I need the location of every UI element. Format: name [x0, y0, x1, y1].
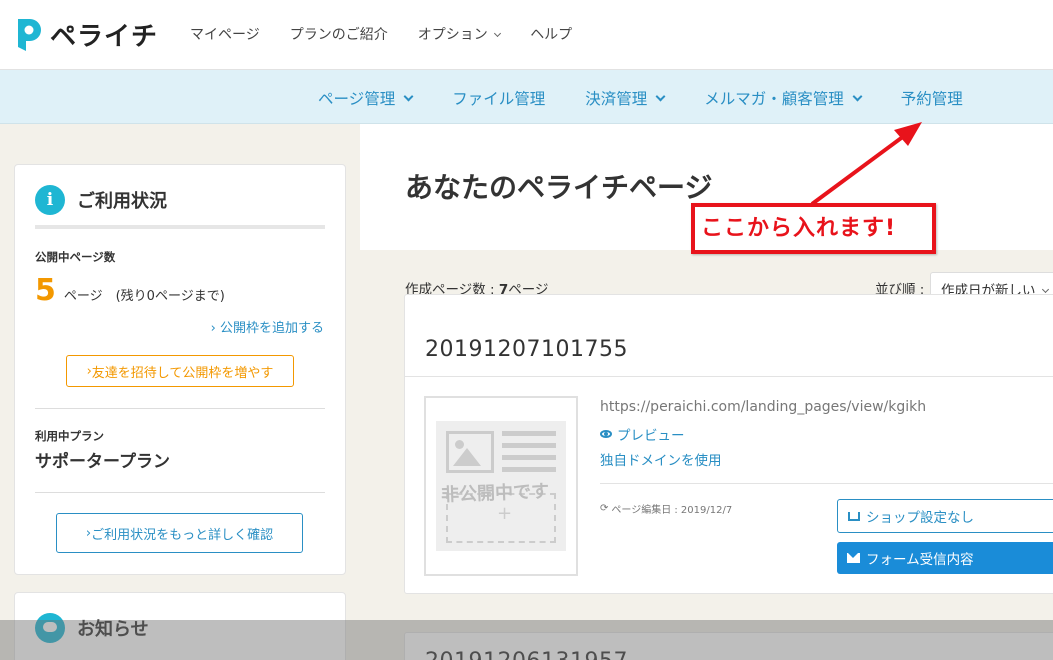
divider	[600, 483, 1053, 484]
logo-icon	[14, 17, 42, 53]
chevron-down-icon	[403, 91, 414, 101]
form-label: フォーム受信内容	[866, 552, 974, 568]
add-frame-link[interactable]: › 公開枠を追加する	[211, 317, 324, 336]
usage-details-button[interactable]: › ご利用状況をもっと詳しく確認	[56, 513, 303, 553]
annotation-callout: ここから入れます!	[691, 203, 936, 254]
nav-mypage[interactable]: マイページ	[190, 24, 260, 44]
shop-label: ショップ設定なし	[866, 510, 974, 526]
nav-options[interactable]: オプション	[417, 24, 502, 44]
subnav-label: ファイル管理	[452, 90, 546, 108]
nav-plans[interactable]: プランのご紹介	[290, 24, 388, 44]
edited-date-text: ページ編集日 : 2019/12/7	[611, 505, 733, 516]
published-label: 公開中ページ数	[35, 250, 116, 264]
form-responses-button[interactable]: フォーム受信内容	[837, 542, 1053, 574]
divider	[35, 225, 325, 229]
refresh-icon: ⟳	[600, 503, 609, 514]
edited-date: ⟳ ページ編集日 : 2019/12/7	[600, 501, 732, 516]
page-id[interactable]: 20191207101755	[425, 337, 628, 362]
shop-settings-button[interactable]: ショップ設定なし	[837, 499, 1053, 533]
subnav-page-management[interactable]: ページ管理	[318, 87, 414, 109]
plus-icon: +	[497, 503, 513, 524]
mail-icon	[847, 553, 860, 563]
sub-nav: ページ管理 ファイル管理 決済管理 メルマガ・顧客管理 予約管理	[0, 70, 1053, 124]
text-lines-icon	[502, 467, 556, 472]
invite-label: 友達を招待して公開枠を増やす	[91, 365, 274, 381]
divider	[35, 492, 325, 493]
nav-help[interactable]: ヘルプ	[530, 24, 572, 44]
annotation-text: ここから入れます!	[701, 216, 897, 241]
usage-card: i ご利用状況 公開中ページ数 5 ページ (残り0ページまで) › 公開枠を追…	[14, 164, 346, 575]
subnav-label: 予約管理	[900, 90, 963, 108]
divider	[35, 408, 325, 409]
page-card: 20191207101755 + 非公開中です https://peraichi…	[404, 294, 1053, 594]
page-url[interactable]: https://peraichi.com/landing_pages/view/…	[600, 399, 926, 415]
text-lines-icon	[502, 455, 556, 460]
subnav-file-management[interactable]: ファイル管理	[452, 87, 545, 109]
page-title: あなたのペライチページ	[405, 171, 713, 204]
subnav-label: ページ管理	[318, 90, 396, 108]
add-frame-label: 公開枠を追加する	[219, 321, 324, 336]
plan-label: 利用中プラン	[35, 429, 104, 443]
published-count: 5	[35, 273, 56, 308]
preview-label: プレビュー	[617, 428, 685, 444]
text-lines-icon	[502, 443, 556, 448]
chevron-down-icon	[852, 91, 863, 101]
top-nav: マイページ プランのご紹介 オプション ヘルプ	[190, 24, 572, 44]
image-icon	[446, 431, 494, 473]
top-header: ペライチ マイページ プランのご紹介 オプション ヘルプ	[0, 0, 1053, 70]
thumbnail-placeholder: + 非公開中です	[436, 421, 566, 551]
subnav-label: 決済管理	[585, 90, 648, 108]
logo-text: ペライチ	[50, 22, 159, 52]
subnav-label: メルマガ・顧客管理	[704, 90, 844, 108]
logo[interactable]: ペライチ	[14, 16, 158, 53]
private-label: 非公開中です	[440, 481, 550, 506]
page-thumbnail[interactable]: + 非公開中です	[424, 396, 578, 576]
published-suffix: ページ (残り0ページまで)	[63, 289, 225, 304]
chevron-down-icon	[655, 91, 666, 101]
preview-link[interactable]: プレビュー	[600, 424, 685, 444]
bottom-overlay	[0, 620, 1053, 660]
chevron-down-icon	[1041, 285, 1049, 294]
custom-domain-link[interactable]: 独自ドメインを使用	[600, 449, 722, 469]
nav-options-label: オプション	[417, 27, 488, 43]
subnav-mailmag-customer[interactable]: メルマガ・顧客管理	[704, 87, 863, 109]
invite-friends-button[interactable]: › 友達を招待して公開枠を増やす	[66, 355, 294, 387]
plan-name: サポータープラン	[35, 452, 170, 472]
usage-details-label: ご利用状況をもっと詳しく確認	[91, 527, 274, 543]
cart-icon	[848, 511, 860, 521]
usage-title: ご利用状況	[77, 191, 167, 212]
subnav-reservation-management[interactable]: 予約管理	[901, 87, 963, 109]
page-card-header: 20191207101755	[405, 295, 1053, 377]
subnav-payment-management[interactable]: 決済管理	[585, 87, 666, 109]
info-icon: i	[35, 185, 65, 215]
text-lines-icon	[502, 431, 556, 436]
chevron-down-icon	[494, 29, 502, 38]
eye-icon	[600, 430, 612, 438]
